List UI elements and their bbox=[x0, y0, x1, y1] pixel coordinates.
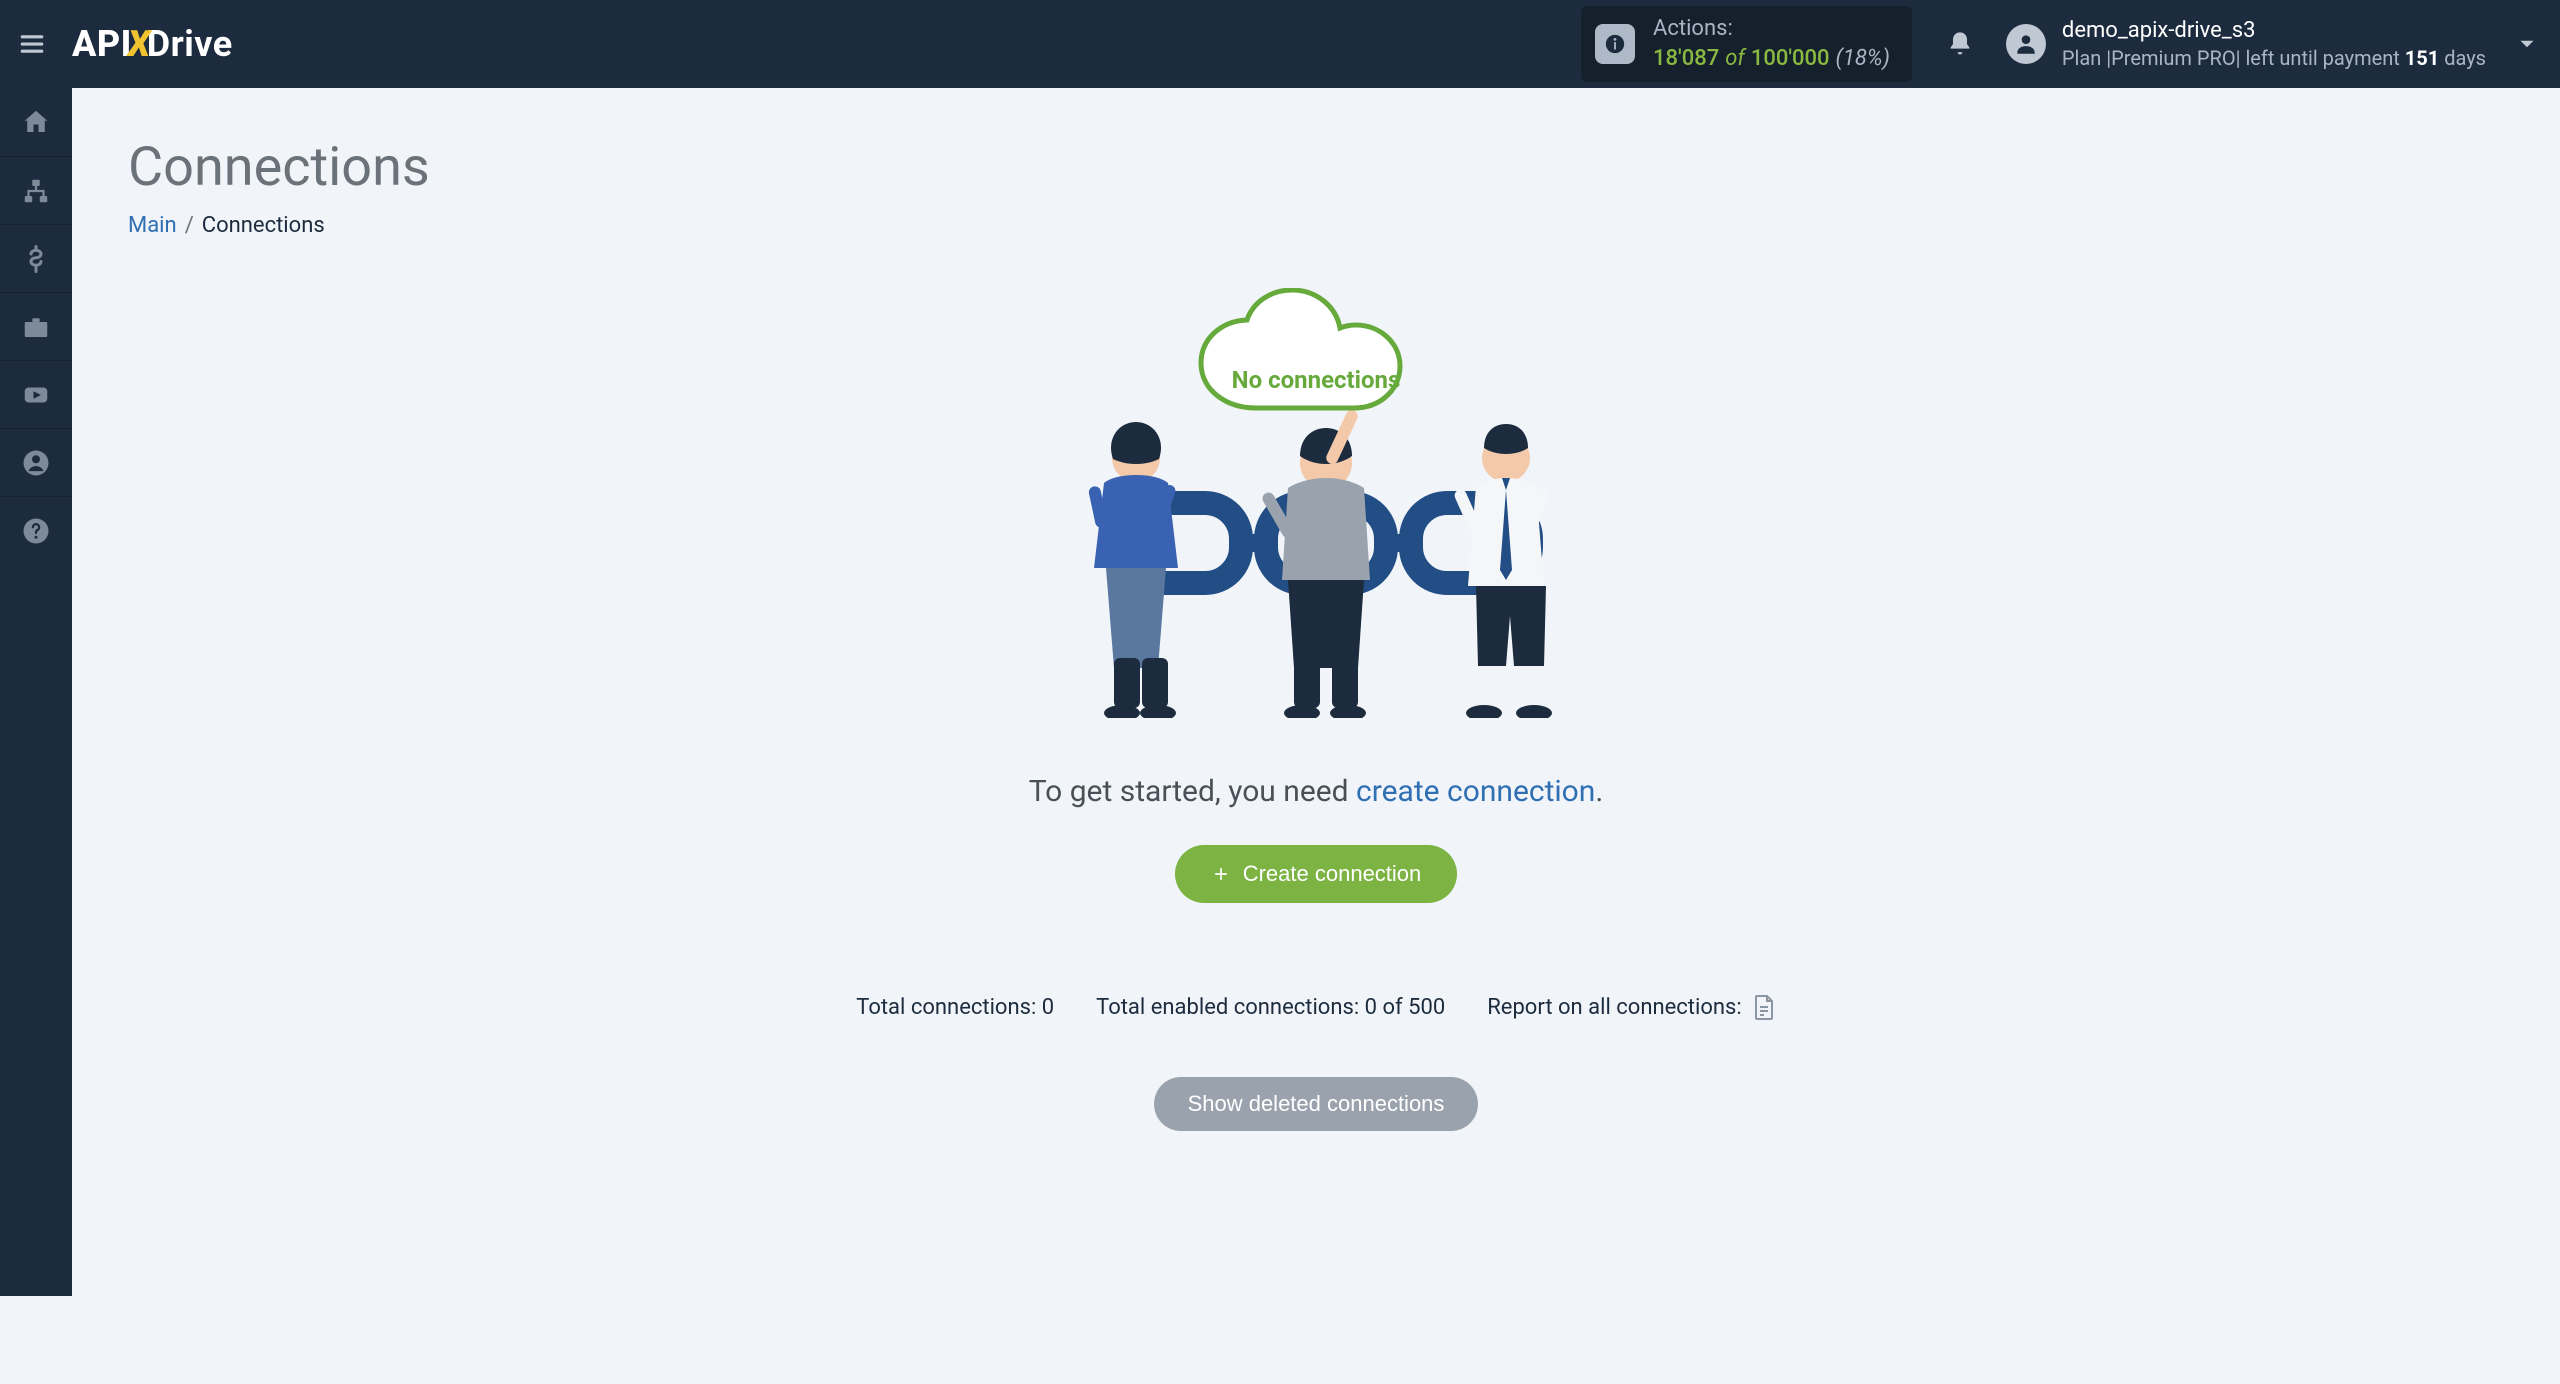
get-started-text: To get started, you need create connecti… bbox=[1029, 774, 1604, 809]
file-icon bbox=[1752, 993, 1776, 1021]
stats-row: Total connections: 0 Total enabled conne… bbox=[856, 993, 1775, 1021]
briefcase-icon bbox=[21, 312, 51, 342]
sidebar-item-services[interactable] bbox=[0, 292, 72, 360]
breadcrumb-current: Connections bbox=[202, 213, 325, 238]
breadcrumb-sep: / bbox=[177, 213, 202, 238]
download-report-button[interactable] bbox=[1752, 993, 1776, 1021]
avatar bbox=[2006, 24, 2046, 64]
user-menu-chevron[interactable] bbox=[2514, 31, 2540, 57]
actions-text: Actions: 18'087of100'000(18%) bbox=[1653, 14, 1890, 73]
user-plan: Plan |Premium PRO| left until payment 15… bbox=[2062, 45, 2486, 71]
actions-values: 18'087of100'000(18%) bbox=[1653, 44, 1890, 74]
notifications-button[interactable] bbox=[1940, 24, 1980, 64]
actions-label: Actions: bbox=[1653, 14, 1890, 44]
cloud-label: No connections bbox=[1232, 366, 1401, 394]
stat-report: Report on all connections: bbox=[1487, 993, 1776, 1021]
no-connections-illustration: No connections bbox=[1036, 288, 1596, 718]
help-icon bbox=[21, 516, 51, 546]
create-button-label: Create connection bbox=[1243, 861, 1422, 887]
stat-total: Total connections: 0 bbox=[856, 995, 1054, 1020]
create-connection-link[interactable]: create connection bbox=[1356, 774, 1595, 809]
user-icon bbox=[2013, 31, 2039, 57]
plus-icon bbox=[1211, 864, 1231, 884]
breadcrumb: Main/Connections bbox=[128, 213, 2504, 238]
info-icon bbox=[1595, 24, 1635, 64]
hamburger-icon bbox=[17, 29, 47, 59]
breadcrumb-main-link[interactable]: Main bbox=[128, 213, 177, 238]
user-icon bbox=[21, 448, 51, 478]
page-title: Connections bbox=[128, 136, 2504, 199]
actions-used: 18'087 bbox=[1653, 46, 1719, 71]
user-menu[interactable]: demo_apix-drive_s3 Plan |Premium PRO| le… bbox=[2006, 17, 2486, 72]
sidebar-item-connections[interactable] bbox=[0, 156, 72, 224]
logo-drive: Drive bbox=[147, 23, 233, 65]
logo[interactable]: APIXDrive bbox=[72, 23, 233, 65]
stat-report-label: Report on all connections: bbox=[1487, 995, 1742, 1020]
bell-icon bbox=[1946, 30, 1974, 58]
stat-enabled: Total enabled connections: 0 of 500 bbox=[1096, 995, 1445, 1020]
hamburger-menu-button[interactable] bbox=[12, 24, 52, 64]
chevron-down-icon bbox=[2514, 31, 2540, 57]
create-connection-button[interactable]: Create connection bbox=[1175, 845, 1458, 903]
get-started-prefix: To get started, you need bbox=[1029, 774, 1356, 809]
sidebar-item-home[interactable] bbox=[0, 88, 72, 156]
get-started-suffix: . bbox=[1595, 774, 1603, 809]
home-icon bbox=[21, 107, 51, 137]
logo-x: X bbox=[128, 23, 151, 65]
sidebar bbox=[0, 88, 72, 1296]
sidebar-item-billing[interactable] bbox=[0, 224, 72, 292]
sidebar-item-account[interactable] bbox=[0, 428, 72, 496]
cloud-icon bbox=[1186, 288, 1446, 433]
header: APIXDrive Actions: 18'087of100'000(18%) … bbox=[0, 0, 2560, 88]
sitemap-icon bbox=[21, 176, 51, 206]
actions-pill[interactable]: Actions: 18'087of100'000(18%) bbox=[1581, 6, 1912, 81]
youtube-icon bbox=[21, 380, 51, 410]
user-text: demo_apix-drive_s3 Plan |Premium PRO| le… bbox=[2062, 17, 2486, 72]
actions-pct: (18%) bbox=[1830, 46, 1890, 71]
main: Connections Main/Connections No connecti… bbox=[72, 88, 2560, 1179]
actions-total: 100'000 bbox=[1751, 46, 1830, 71]
logo-api: API bbox=[72, 23, 132, 65]
actions-of: of bbox=[1719, 46, 1751, 71]
sidebar-item-help[interactable] bbox=[0, 496, 72, 564]
user-name: demo_apix-drive_s3 bbox=[2062, 17, 2486, 46]
empty-state: No connections bbox=[128, 288, 2504, 1131]
dollar-icon bbox=[21, 244, 51, 274]
show-deleted-connections-button[interactable]: Show deleted connections bbox=[1154, 1077, 1479, 1131]
sidebar-item-video[interactable] bbox=[0, 360, 72, 428]
